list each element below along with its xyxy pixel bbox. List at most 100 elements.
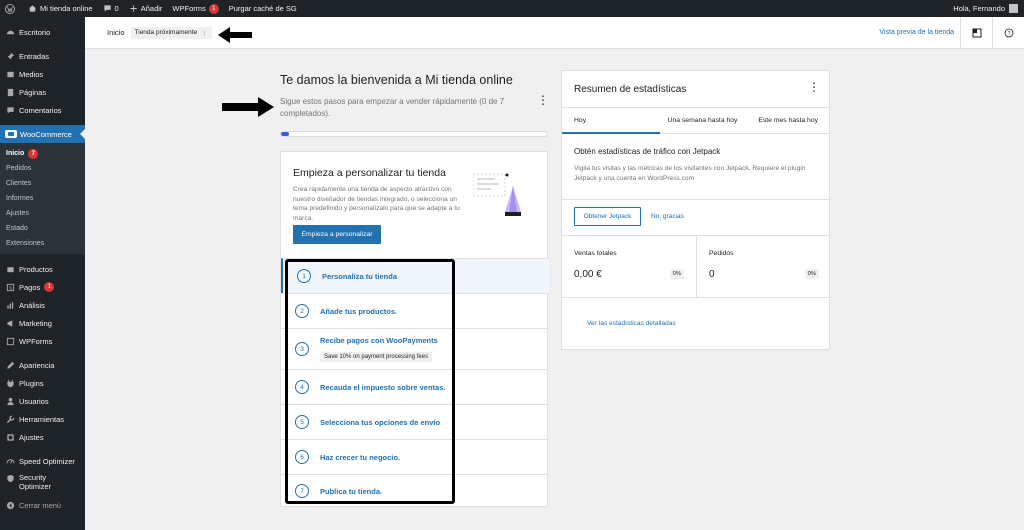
- payments-icon: $: [5, 282, 15, 292]
- submenu-item-informes[interactable]: Informes: [0, 191, 85, 206]
- sidebar-item-speed-optimizer[interactable]: Speed Optimizer: [0, 452, 85, 470]
- detailed-stats-link[interactable]: Ver las estadísticas detalladas: [587, 320, 676, 327]
- comments-count: 0: [114, 4, 119, 13]
- site-name-label: Mi tienda online: [40, 4, 93, 13]
- sidebar-item-label: Pagos: [19, 282, 41, 292]
- sidebar-item-productos[interactable]: Productos: [0, 260, 85, 278]
- add-new-link[interactable]: Añadir: [124, 0, 168, 17]
- avatar: [1009, 4, 1018, 13]
- sidebar-item-escritorio[interactable]: Escritorio: [0, 23, 85, 41]
- tab-week[interactable]: Una semana hasta hoy: [660, 108, 746, 133]
- annotation-highlight-box: [285, 259, 455, 504]
- setup-description: Crea rápidamente una tienda de aspecto a…: [293, 186, 460, 222]
- sidebar-item-label: Herramientas: [19, 414, 65, 424]
- submenu-label: Estado: [6, 225, 28, 232]
- metric-delta: 0%: [804, 269, 819, 279]
- metric-delta: 0%: [669, 269, 684, 279]
- submenu-item-ajustes[interactable]: Ajustes: [0, 206, 85, 221]
- inicio-badge: 7: [28, 148, 39, 159]
- sidebar-item-security-optimizer[interactable]: Security Optimizer: [0, 470, 85, 494]
- tab-month[interactable]: Este mes hasta hoy: [745, 108, 831, 133]
- annotation-arrow-icon: [222, 97, 274, 117]
- sidebar-item-usuarios[interactable]: Usuarios: [0, 392, 85, 410]
- users-icon: [5, 396, 15, 406]
- plus-icon: [130, 5, 137, 12]
- metric-orders[interactable]: Pedidos 0 0%: [696, 236, 831, 297]
- help-button[interactable]: ?: [992, 16, 1024, 49]
- start-customizing-button[interactable]: Empieza a personalizar: [293, 225, 381, 244]
- purge-cache-link[interactable]: Purgar caché de SG: [224, 0, 302, 17]
- sidebar-item-analisis[interactable]: Análisis: [0, 296, 85, 314]
- metric-total-sales[interactable]: Ventas totales 0,00 € 0%: [562, 236, 696, 297]
- sidebar-item-paginas[interactable]: Páginas: [0, 83, 85, 101]
- sidebar-item-medios[interactable]: Medios: [0, 65, 85, 83]
- account-menu[interactable]: Hola, Fernando: [953, 4, 1024, 13]
- sidebar-item-ajustes[interactable]: Ajustes: [0, 428, 85, 446]
- pagos-badge: 1: [44, 282, 55, 292]
- products-icon: [5, 264, 15, 274]
- store-preview-link[interactable]: Vista previa de la tienda: [879, 29, 954, 36]
- sidebar-item-plugins[interactable]: Plugins: [0, 374, 85, 392]
- submenu-item-pedidos[interactable]: Pedidos: [0, 161, 85, 176]
- media-icon: [5, 69, 15, 79]
- more-vertical-icon[interactable]: ⋮: [808, 81, 820, 93]
- sidebar-item-label: Speed Optimizer: [19, 456, 75, 466]
- wordpress-logo-icon[interactable]: [0, 0, 23, 17]
- comments-link[interactable]: 0: [98, 0, 124, 17]
- help-icon: ?: [1004, 28, 1013, 37]
- sidebar-item-label: Ajustes: [19, 432, 44, 442]
- submenu-item-extensiones[interactable]: Extensiones: [0, 236, 85, 251]
- sidebar-item-label: Plugins: [19, 378, 44, 388]
- home-icon: [28, 5, 37, 12]
- marketing-icon: [5, 318, 15, 328]
- metric-value: 0,00 €: [574, 269, 602, 280]
- get-jetpack-button[interactable]: Obtener Jetpack: [574, 207, 641, 226]
- no-thanks-link[interactable]: No, gracias: [651, 213, 684, 220]
- page-icon: [5, 87, 15, 97]
- progress-fill: [281, 132, 289, 136]
- welcome-title: Te damos la bienvenida a Mi tienda onlin…: [280, 73, 513, 87]
- more-vertical-icon[interactable]: ⋮: [537, 94, 549, 106]
- store-designer-illustration-icon: [473, 173, 521, 216]
- shield-icon: [5, 473, 15, 483]
- store-status-pill[interactable]: Tienda próximamente ⋮: [130, 26, 212, 39]
- submenu-label: Pedidos: [6, 165, 32, 172]
- tab-hoy[interactable]: Hoy: [562, 108, 660, 134]
- plugins-icon: [5, 378, 15, 388]
- stats-tabs: Hoy Una semana hasta hoy Este mes hasta …: [562, 107, 831, 134]
- activity-panel-button[interactable]: [960, 16, 992, 49]
- collapse-label: Cerrar menú: [19, 500, 62, 510]
- sidebar-item-label: Comentarios: [19, 105, 62, 115]
- sidebar-item-label: Páginas: [19, 87, 47, 97]
- submenu-item-inicio[interactable]: Inicio 7: [0, 146, 85, 161]
- sidebar-item-label: Entradas: [19, 51, 50, 61]
- collapse-menu-button[interactable]: Cerrar menú: [0, 496, 85, 514]
- more-vertical-icon: ⋮: [201, 29, 208, 37]
- setup-title: Empieza a personalizar tu tienda: [293, 167, 446, 179]
- jetpack-title: Obtén estadísticas de tráfico con Jetpac…: [574, 147, 721, 156]
- sidebar-item-apariencia[interactable]: Apariencia: [0, 356, 85, 374]
- analytics-icon: [5, 300, 15, 310]
- sidebar-item-label: Escritorio: [19, 27, 51, 37]
- site-name-link[interactable]: Mi tienda online: [23, 0, 98, 17]
- sidebar-item-woocommerce[interactable]: WooCommerce: [0, 125, 85, 143]
- sidebar-item-label: WooCommerce: [20, 129, 72, 139]
- submenu-item-clientes[interactable]: Clientes: [0, 176, 85, 191]
- wpforms-badge: 1: [208, 3, 219, 14]
- pin-icon: [5, 51, 15, 61]
- sidebar-item-marketing[interactable]: Marketing: [0, 314, 85, 332]
- submenu-item-estado[interactable]: Estado: [0, 221, 85, 236]
- sidebar-item-wpforms[interactable]: WPForms: [0, 332, 85, 350]
- woocommerce-logo-icon: [5, 130, 17, 138]
- sidebar-item-comentarios[interactable]: Comentarios: [0, 101, 85, 119]
- admin-sidebar: Escritorio Entradas Medios Páginas Comen…: [0, 17, 85, 530]
- breadcrumb: Inicio: [107, 28, 125, 37]
- wpforms-link[interactable]: WPForms 1: [167, 0, 223, 17]
- layout-icon: [972, 28, 981, 37]
- jetpack-description: Vigila tus visitas y las métricas de los…: [574, 165, 806, 182]
- sidebar-item-herramientas[interactable]: Herramientas: [0, 410, 85, 428]
- sidebar-item-pagos[interactable]: $ Pagos 1: [0, 278, 85, 296]
- collapse-icon: [5, 500, 15, 510]
- sidebar-item-entradas[interactable]: Entradas: [0, 47, 85, 65]
- sidebar-item-label: Security Optimizer: [19, 473, 51, 491]
